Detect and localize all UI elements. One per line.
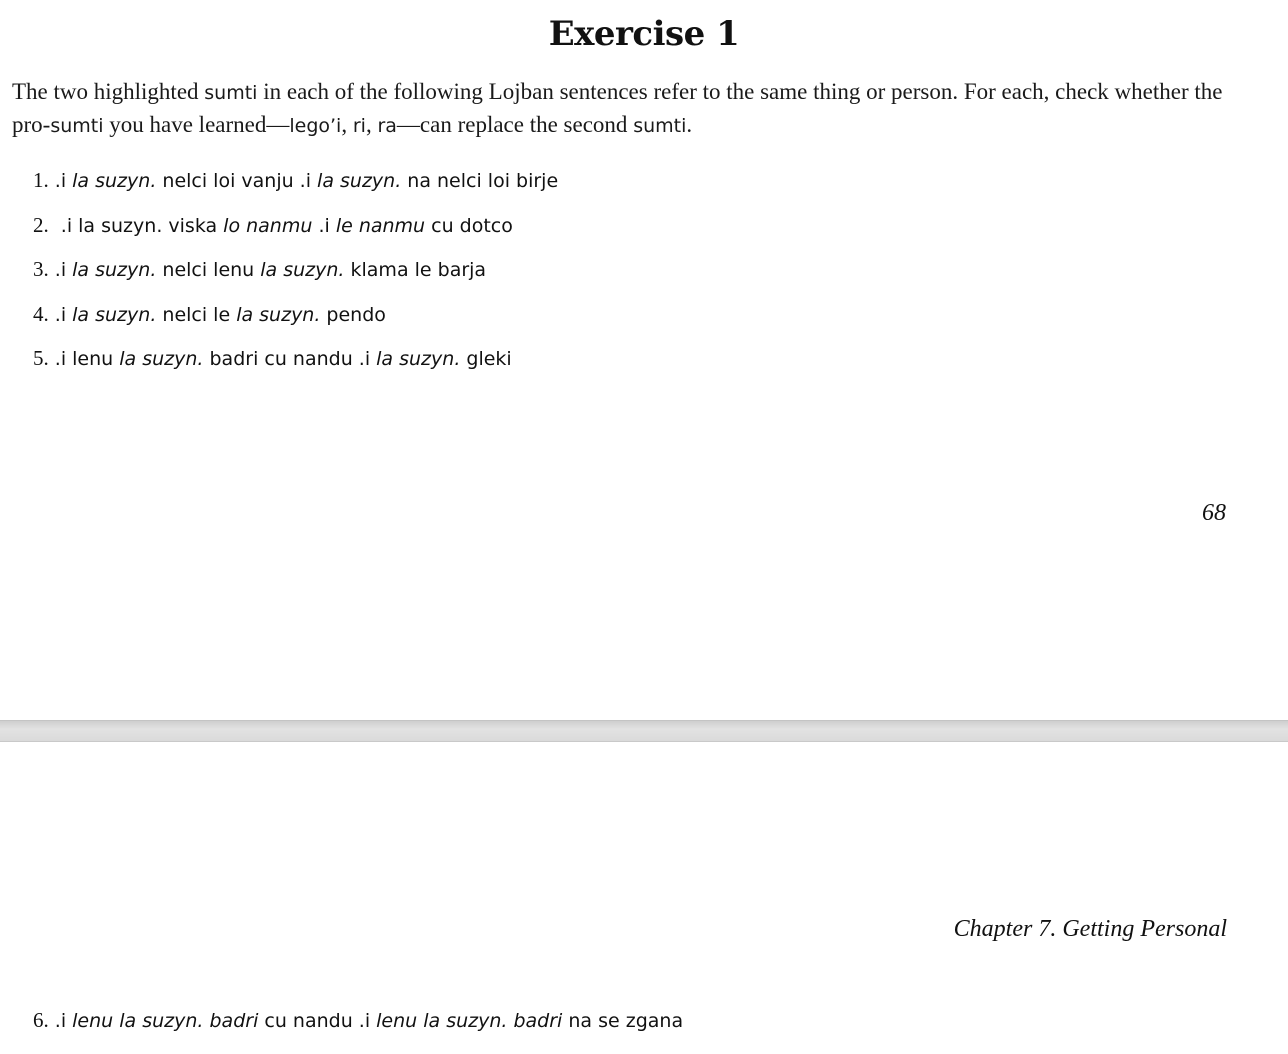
intro-text: you have learned— <box>103 112 290 137</box>
intro-text: . <box>686 112 693 137</box>
exercise-item-4: 4. .i la suzyn. nelci le la suzyn. pendo <box>33 302 558 347</box>
sentence-text: nelci lenu <box>156 259 261 281</box>
sentence-text: klama le barja <box>344 259 487 281</box>
exercise-item-3: 3. .i la suzyn. nelci lenu la suzyn. kla… <box>33 257 558 302</box>
intro-text: The two highlighted <box>12 79 205 104</box>
highlighted-sumti: la suzyn. <box>72 170 157 192</box>
sentence-text: cu nandu .i <box>258 1010 377 1032</box>
sentence-text: .i <box>54 1010 73 1032</box>
page-number: 68 <box>1202 500 1226 526</box>
highlighted-sumti: la suzyn. <box>236 303 321 326</box>
intro-text: , <box>365 112 378 137</box>
exercise-item-1: 1. .i la suzyn. nelci loi vanju .i la su… <box>33 168 558 213</box>
exercise-number: 2. <box>33 212 49 237</box>
highlighted-sumti: la suzyn. <box>317 170 402 192</box>
exercise-item-2: 2. .i la suzyn. viska lo nanmu .i le nan… <box>33 213 558 258</box>
exercise-number: 5. <box>33 346 49 370</box>
sentence-text: .i <box>54 170 73 192</box>
page-69: Chapter 7. Getting Personal 6. .i lenu l… <box>0 742 1288 1054</box>
exercise-number: 1. <box>33 168 49 192</box>
highlighted-sumti: la suzyn. <box>260 259 345 281</box>
sentence-text: badri cu nandu .i <box>203 348 377 370</box>
sentence-text: cu dotco <box>425 214 513 237</box>
exercise-item-6: 6. .i lenu la suzyn. badri cu nandu .i l… <box>33 1008 683 1053</box>
sentence-text: .i lenu <box>54 348 120 370</box>
exercise-title: Exercise 1 <box>548 14 740 54</box>
intro-text: —can replace the second <box>396 112 634 137</box>
exercise-instructions: The two highlighted sumti in each of the… <box>12 76 1232 142</box>
sentence-text: gleki <box>460 348 512 370</box>
intro-text: , <box>341 112 353 137</box>
sentence-text: .i <box>54 303 73 326</box>
exercise-list-continued: 6. .i lenu la suzyn. badri cu nandu .i l… <box>33 1008 683 1053</box>
highlighted-sumti: le nanmu <box>335 214 426 237</box>
exercise-list: 1. .i la suzyn. nelci loi vanju .i la su… <box>33 168 558 391</box>
sentence-text: .i <box>312 214 336 237</box>
sentence-text: nelci loi vanju .i <box>156 170 318 192</box>
exercise-number: 4. <box>33 301 49 326</box>
highlighted-sumti: la suzyn. <box>72 259 157 281</box>
highlighted-sumti: la suzyn. <box>376 348 461 370</box>
sentence-text: .i la suzyn. viska <box>60 214 224 237</box>
highlighted-sumti: lenu la suzyn. badri <box>72 1010 259 1032</box>
running-header: Chapter 7. Getting Personal <box>953 916 1227 942</box>
intro-keyword: sumti <box>50 115 104 137</box>
exercise-item-5: 5. .i lenu la suzyn. badri cu nandu .i l… <box>33 346 558 391</box>
highlighted-sumti: lo nanmu <box>223 214 313 237</box>
intro-keyword: sumti <box>204 82 258 104</box>
sentence-text: nelci le <box>156 303 237 326</box>
highlighted-sumti: lenu la suzyn. badri <box>376 1010 563 1032</box>
exercise-number: 3. <box>33 257 49 281</box>
exercise-number: 6. <box>33 1008 49 1032</box>
intro-keyword: sumti <box>633 115 687 137</box>
sentence-text: na se zgana <box>562 1010 684 1032</box>
highlighted-sumti: la suzyn. <box>72 303 157 326</box>
highlighted-sumti: la suzyn. <box>119 348 204 370</box>
sentence-text: na nelci loi birje <box>401 170 559 192</box>
sentence-text: pendo <box>320 303 386 326</box>
intro-keyword: ra <box>377 115 397 137</box>
page-68: Exercise 1 The two highlighted sumti in … <box>0 0 1288 720</box>
sentence-text: .i <box>54 259 73 281</box>
intro-keyword: lego’i <box>289 115 342 137</box>
intro-keyword: ri <box>352 115 366 137</box>
page-separator <box>0 720 1288 742</box>
